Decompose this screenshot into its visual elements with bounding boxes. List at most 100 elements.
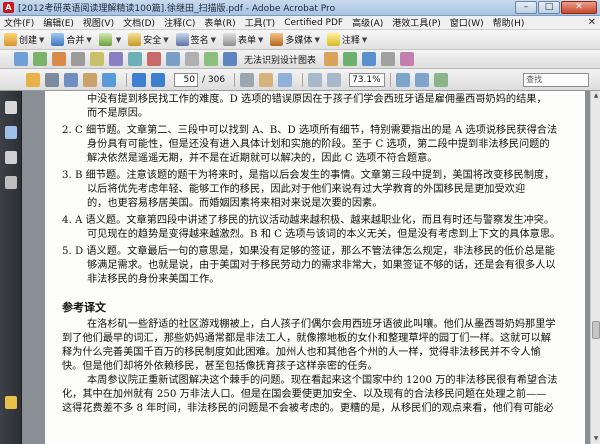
plugin-tool-icon[interactable] [33, 52, 47, 66]
bookmarks-icon[interactable] [5, 126, 17, 139]
document-close-icon[interactable]: ✕ [588, 17, 596, 28]
plugin-tool-icon[interactable] [400, 52, 415, 66]
chevron-down-icon: ▼ [210, 35, 217, 44]
plugin-tool-icon[interactable] [343, 52, 358, 66]
secure-button[interactable]: 安全 ▼ [128, 33, 169, 46]
text-line: 3. B 细节题。注意该题的题干为将来时，是指以后会发生的事情。文章第三段中提到… [62, 170, 555, 181]
print-icon[interactable] [45, 72, 59, 87]
chevron-down-icon: ▼ [314, 35, 320, 44]
chevron-down-icon: ▼ [361, 35, 368, 44]
create-button[interactable]: 创建 ▼ [4, 33, 44, 46]
toolbar-divider [390, 72, 392, 87]
window-title: [2012考研英语阅读理解精读100篇].徐继田_扫描版.pdf - Adobe… [18, 4, 336, 14]
previous-page-icon[interactable] [132, 72, 146, 87]
next-page-icon[interactable] [151, 72, 165, 87]
plugin-tool-icon[interactable] [52, 52, 66, 66]
chevron-down-icon: ▼ [115, 35, 122, 44]
text-line: 化，其中在加州就有 250 万非法人口。但是在国会要使更加安全、以及现有的合法移… [62, 389, 547, 400]
toolbar-divider [302, 72, 304, 87]
collaborate-button[interactable]: ▼ [98, 33, 122, 46]
text-line: 快。但是他们却将外依赖移民，甚至包括像抚育孩子这样亲密的任务。 [62, 361, 378, 372]
zoom-level-field[interactable]: 73.1% [349, 72, 386, 87]
menu-window[interactable]: 窗口(W) [450, 16, 484, 29]
reference-translation: 在洛杉矶一些舒适的社区游戏棚被上，白人孩子们偶尔会用西班牙语彼此叫嚷。他们从墨西… [62, 318, 575, 416]
plugin-tool-icon[interactable] [147, 52, 161, 66]
chevron-down-icon: ▼ [258, 35, 264, 44]
chevron-down-icon: ▼ [86, 35, 92, 44]
plugin-tool-icon[interactable] [166, 52, 180, 66]
read-mode-icon[interactable] [434, 72, 449, 87]
plugin-tool-icon[interactable] [223, 52, 237, 66]
menu-tools[interactable]: 工具(T) [245, 16, 276, 29]
task-toolbar: 创建 ▼ 合并 ▼ ▼ 安全 ▼ 签名 ▼ 表单 ▼ 多媒体 ▼ 注释 ▼ [0, 30, 600, 50]
plugin-tool-icon[interactable] [71, 52, 85, 66]
page-number-input[interactable]: 50 [174, 72, 198, 87]
chevron-down-icon: ▼ [163, 35, 169, 44]
pages-icon[interactable] [5, 101, 17, 114]
menu-file[interactable]: 文件(F) [4, 16, 34, 29]
plugin-tool-icon[interactable] [381, 52, 396, 66]
text-line: 可见现在的趋势是变得越来越激烈。B 和 C 选项与该词的本义无关，但是没有考虑到… [87, 229, 561, 240]
menu-edit[interactable]: 编辑(E) [43, 16, 74, 29]
hand-tool-icon[interactable] [259, 72, 274, 87]
multimedia-button[interactable]: 多媒体 ▼ [270, 33, 320, 46]
sign-button[interactable]: 签名 ▼ [175, 33, 217, 46]
menu-forms[interactable]: 表单(R) [204, 16, 235, 29]
text-line: 到了他们最早的词汇，那些奶妈通常都是非法工人，就像擦地板的女仆和整理草坪的园丁们… [62, 333, 551, 344]
forms-button[interactable]: 表单 ▼ [223, 33, 263, 46]
fit-page-icon[interactable] [396, 72, 411, 87]
page-total: / 306 [202, 74, 226, 85]
acrobat-app-icon[interactable]: A [3, 2, 14, 13]
scroll-up-icon[interactable]: ▲ [592, 92, 600, 100]
plugin-tool-icon[interactable] [204, 52, 218, 66]
title-bar: A [2012考研英语阅读理解精读100篇].徐继田_扫描版.pdf - Ado… [0, 0, 600, 16]
menu-comments[interactable]: 注释(C) [164, 16, 195, 29]
window-controls: – □ ✕ [515, 1, 597, 14]
signatures-icon[interactable] [5, 151, 17, 164]
plugin-toolbar: 无法识别设计图表 [0, 50, 600, 69]
plugin-tool-icon[interactable] [362, 52, 377, 66]
unrecognized-chart-label[interactable]: 无法识别设计图表 [244, 53, 316, 66]
vertical-scrollbar[interactable]: ▲ ▼ [590, 91, 600, 444]
combine-button[interactable]: 合并 ▼ [51, 33, 92, 46]
plugin-tool-icon[interactable] [324, 52, 339, 66]
menu-help[interactable]: 帮助(H) [493, 16, 525, 29]
text-line: 释为什么完善美国千百万的移民制度如此困难。加州人也和其他各个州的人一样，觉得非法… [62, 347, 541, 358]
combine-icon [51, 33, 65, 46]
globe-icon[interactable] [102, 72, 116, 87]
menu-certified-pdf[interactable]: Certified PDF [284, 18, 343, 28]
toolbar-divider [234, 72, 236, 87]
maximize-button[interactable]: □ [538, 1, 560, 14]
zoom-in-plus-icon[interactable] [327, 72, 342, 87]
menu-plugin-tools[interactable]: 港效工具(P) [392, 16, 440, 29]
plugin-tool-icon[interactable] [109, 52, 123, 66]
comment-button[interactable]: 注释 ▼ [326, 33, 368, 46]
select-tool-icon[interactable] [240, 72, 255, 87]
pdf-page: 中没有提到移民找工作的难度。D 选项的错误原因在于孩子们学会西班牙语是雇佣墨西哥… [45, 91, 585, 444]
minimize-button[interactable]: – [515, 1, 537, 14]
zoom-out-icon[interactable] [308, 72, 323, 87]
plugin-tool-icon[interactable] [14, 52, 28, 66]
menu-view[interactable]: 视图(V) [83, 16, 114, 29]
email-icon[interactable] [64, 72, 78, 87]
save-icon[interactable] [83, 72, 97, 87]
menu-advanced[interactable]: 高级(A) [352, 16, 383, 29]
find-input[interactable]: 查找 [523, 72, 590, 87]
plugin-tool-icon[interactable] [185, 52, 199, 66]
secure-icon [128, 33, 142, 46]
sign-icon [175, 33, 189, 46]
plugin-tool-icon[interactable] [90, 52, 104, 66]
menu-document[interactable]: 文档(D) [123, 16, 155, 29]
open-folder-icon[interactable] [26, 72, 40, 87]
close-button[interactable]: ✕ [561, 1, 597, 14]
multimedia-icon [270, 33, 284, 46]
zoom-in-icon[interactable] [278, 72, 293, 87]
chevron-down-icon: ▼ [39, 35, 45, 44]
navigation-pane [0, 91, 22, 444]
attachments-icon[interactable] [5, 176, 17, 189]
scroll-down-icon[interactable]: ▼ [592, 435, 600, 443]
scroll-thumb[interactable] [592, 321, 600, 339]
comments-icon[interactable] [5, 396, 17, 409]
plugin-tool-icon[interactable] [128, 52, 142, 66]
fit-width-icon[interactable] [415, 72, 430, 87]
